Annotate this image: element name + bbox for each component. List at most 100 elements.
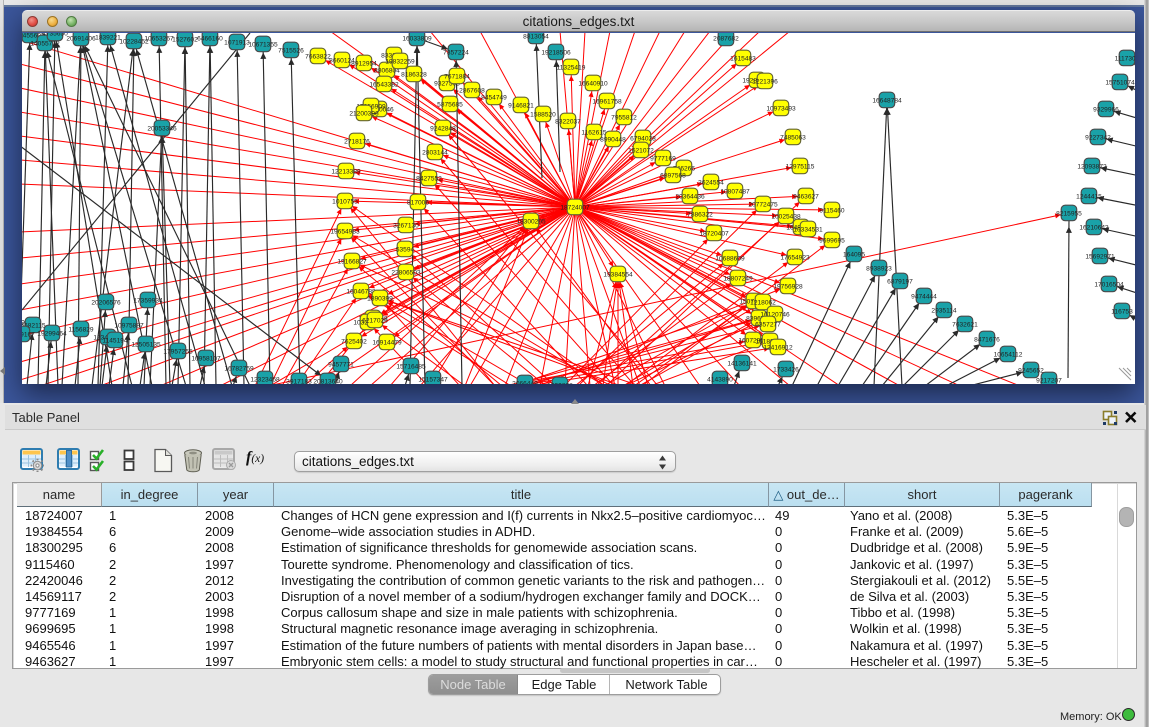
svg-text:1999828: 1999828 <box>547 382 573 384</box>
svg-text:10973493: 10973493 <box>766 105 796 112</box>
svg-text:20772475: 20772475 <box>748 201 778 208</box>
svg-text:1218062: 1218062 <box>750 299 776 306</box>
svg-text:8938923: 8938923 <box>866 265 892 272</box>
svg-text:1117304: 1117304 <box>1115 55 1135 62</box>
svg-text:8215955: 8215955 <box>1056 210 1082 217</box>
svg-text:8912954: 8912954 <box>351 60 377 67</box>
svg-text:1162615: 1162615 <box>581 129 607 136</box>
svg-text:3917183: 3917183 <box>286 378 312 384</box>
svg-text:20053346: 20053346 <box>147 125 177 132</box>
svg-text:7485063: 7485063 <box>780 134 806 141</box>
svg-text:11325419: 11325419 <box>557 64 586 71</box>
svg-text:9463627: 9463627 <box>793 193 819 200</box>
svg-text:12213389: 12213389 <box>331 168 361 175</box>
svg-text:10334531: 10334531 <box>793 226 823 233</box>
svg-text:17654923: 17654923 <box>780 254 810 261</box>
svg-text:817006: 817006 <box>407 199 429 206</box>
svg-text:53594: 53594 <box>396 246 415 253</box>
svg-text:7955812: 7955812 <box>611 114 637 121</box>
svg-text:14136141: 14136141 <box>727 360 757 367</box>
svg-text:1890399: 1890399 <box>367 295 393 302</box>
svg-text:20813640: 20813640 <box>313 378 343 384</box>
svg-text:9227342: 9227342 <box>1085 134 1111 141</box>
svg-text:2087682: 2087682 <box>713 35 739 42</box>
svg-text:1621072: 1621072 <box>628 147 654 154</box>
svg-text:16046788: 16046788 <box>346 288 376 295</box>
svg-text:10807487: 10807487 <box>720 188 750 195</box>
svg-text:9245652: 9245652 <box>1018 367 1044 374</box>
svg-text:9777169: 9777169 <box>650 155 676 162</box>
svg-text:1733426: 1733426 <box>773 366 799 373</box>
svg-text:4439167: 4439167 <box>22 331 35 338</box>
svg-text:14055712: 14055712 <box>30 40 60 47</box>
svg-text:3267130: 3267130 <box>393 222 419 229</box>
svg-text:5875685: 5875685 <box>437 101 463 108</box>
svg-text:7357224: 7357224 <box>443 49 469 56</box>
svg-text:9115460: 9115460 <box>819 207 845 214</box>
svg-text:1156829: 1156829 <box>68 326 94 333</box>
svg-text:2066449: 2066449 <box>512 380 538 384</box>
svg-text:12323468: 12323468 <box>250 376 280 383</box>
svg-text:8990448: 8990448 <box>600 136 626 143</box>
svg-text:9217207: 9217207 <box>1036 377 1062 384</box>
svg-text:10671355: 10671355 <box>248 41 278 48</box>
svg-text:1010755: 1010755 <box>332 198 358 205</box>
svg-text:16640910: 16640910 <box>578 80 608 87</box>
svg-text:7671884: 7671884 <box>444 73 470 80</box>
svg-text:15157347: 15157347 <box>418 376 448 383</box>
svg-text:19654983: 19654983 <box>330 228 360 235</box>
svg-text:7625402: 7625402 <box>341 338 367 345</box>
svg-text:19166827: 19166827 <box>337 258 367 265</box>
svg-text:19756928: 19756928 <box>773 283 803 290</box>
svg-text:19384554: 19384554 <box>603 271 633 278</box>
svg-text:22806503: 22806503 <box>391 269 421 276</box>
svg-text:20364436: 20364436 <box>675 193 705 200</box>
svg-text:2867608: 2867608 <box>459 87 485 94</box>
svg-text:8813054: 8813054 <box>523 33 549 40</box>
svg-text:164095: 164095 <box>843 251 865 258</box>
svg-text:12505135: 12505135 <box>131 341 161 348</box>
svg-text:19832259: 19832259 <box>385 58 415 65</box>
svg-text:1839221: 1839221 <box>95 34 121 41</box>
svg-text:9329966: 9329966 <box>1093 106 1119 113</box>
svg-text:8427552: 8427552 <box>416 175 442 182</box>
svg-text:16210643: 16210643 <box>1079 224 1109 231</box>
svg-text:2803144: 2803144 <box>422 149 448 156</box>
svg-text:9242848: 9242848 <box>430 125 456 132</box>
svg-text:6466160: 6466160 <box>197 35 223 42</box>
svg-text:18807249: 18807249 <box>723 275 753 282</box>
svg-text:6879197: 6879197 <box>887 278 913 285</box>
svg-text:16033809: 16033809 <box>402 35 432 42</box>
svg-text:10958107: 10958107 <box>191 355 221 362</box>
svg-text:116753: 116753 <box>1111 308 1133 315</box>
svg-text:20206576: 20206576 <box>91 299 121 306</box>
svg-text:4143890: 4143890 <box>707 376 733 383</box>
svg-text:9146821: 9146821 <box>508 102 534 109</box>
svg-text:7663822: 7663822 <box>305 53 331 60</box>
svg-text:1145194: 1145194 <box>102 337 128 344</box>
svg-text:10688609: 10688609 <box>715 255 745 262</box>
svg-text:15692971: 15692971 <box>1085 253 1115 260</box>
svg-text:8471676: 8471676 <box>974 336 1000 343</box>
svg-text:12975115: 12975115 <box>786 163 815 170</box>
svg-text:7515526: 7515526 <box>278 47 304 54</box>
svg-text:2935114: 2935114 <box>931 307 957 314</box>
svg-text:16543382: 16543382 <box>369 81 399 88</box>
svg-text:9699695: 9699695 <box>819 237 845 244</box>
svg-text:9457771: 9457771 <box>328 361 354 368</box>
svg-text:10654112: 10654112 <box>994 351 1023 358</box>
svg-text:7886322: 7886322 <box>687 211 713 218</box>
svg-text:10653267: 10653267 <box>144 35 174 42</box>
svg-text:6897568: 6897568 <box>660 172 686 179</box>
svg-text:12093872: 12093872 <box>1077 163 1107 170</box>
svg-text:12416912: 12416912 <box>763 344 793 351</box>
svg-text:1221396: 1221396 <box>752 78 778 85</box>
svg-text:6217026: 6217026 <box>362 317 388 324</box>
svg-text:19299464: 19299464 <box>37 330 67 337</box>
svg-text:8322037: 8322037 <box>555 118 581 125</box>
svg-text:7632621: 7632621 <box>952 321 978 328</box>
svg-text:1527602: 1527602 <box>172 36 198 43</box>
svg-text:3624554: 3624554 <box>698 179 724 186</box>
svg-text:16648784: 16648784 <box>872 97 902 104</box>
svg-text:17016504: 17016504 <box>1094 281 1124 288</box>
